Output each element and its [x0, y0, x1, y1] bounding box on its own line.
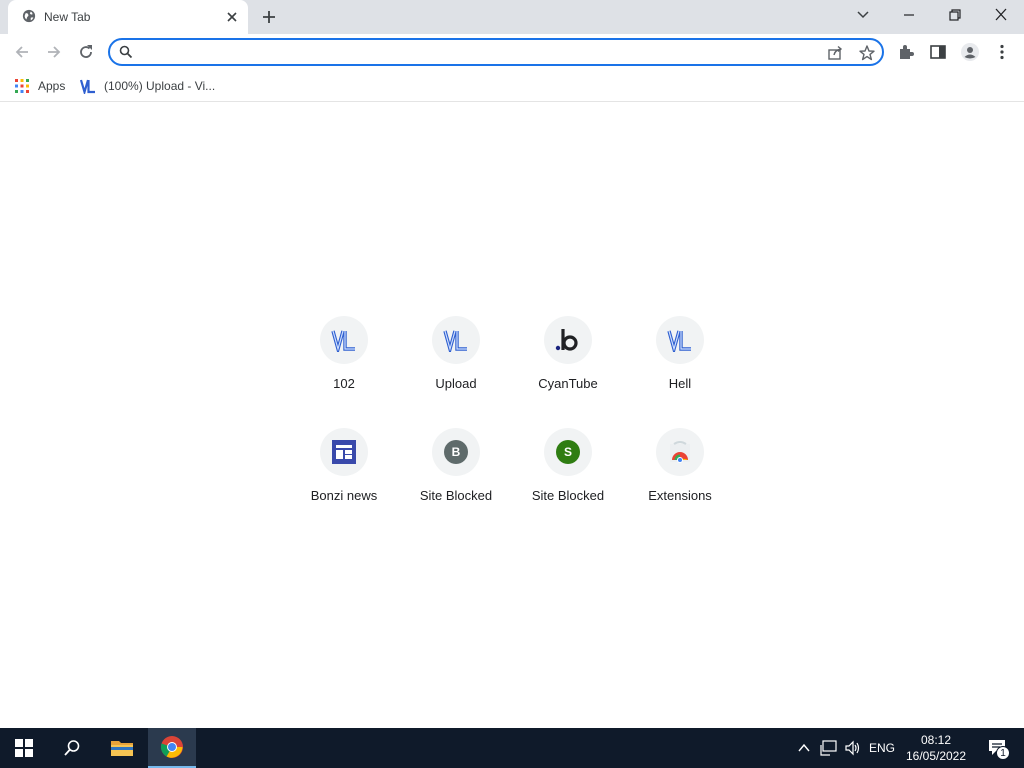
globe-icon — [22, 9, 36, 23]
new-tab-icon[interactable] — [259, 7, 279, 27]
notification-center-button[interactable]: 1 — [980, 728, 1016, 768]
menu-kebab-icon[interactable] — [992, 42, 1012, 62]
tile-label: Hell — [668, 376, 692, 391]
vl-icon — [443, 330, 467, 352]
close-window-icon[interactable] — [991, 6, 1011, 24]
search-icon — [64, 740, 80, 756]
profile-avatar-icon[interactable] — [960, 42, 980, 62]
vl-icon — [331, 330, 355, 352]
tab-title: New Tab — [44, 10, 91, 24]
tile-label: 102 — [333, 376, 355, 391]
search-button[interactable] — [48, 728, 96, 768]
chrome-webstore-icon — [670, 441, 690, 463]
notification-count-badge: 1 — [996, 746, 1010, 760]
shortcut-tile[interactable]: CyanTube — [512, 304, 624, 416]
shortcut-tile[interactable]: Bonzi news — [288, 416, 400, 528]
letter-b-icon: B — [444, 440, 468, 464]
shortcut-tile[interactable]: B Site Blocked — [400, 416, 512, 528]
address-input[interactable] — [140, 43, 820, 61]
vl-icon — [80, 79, 95, 94]
letter-s-icon: S — [556, 440, 580, 464]
folder-icon — [111, 741, 133, 756]
tile-label: Bonzi news — [310, 488, 378, 503]
shortcut-tile[interactable]: Hell — [624, 304, 736, 416]
apps-grid-icon — [15, 79, 29, 93]
bookmark-label: (100%) Upload - Vi... — [104, 79, 216, 93]
tab-new-tab[interactable]: New Tab — [8, 0, 248, 34]
clock-date: 16/05/2022 — [905, 749, 967, 763]
tile-label: Extensions — [648, 488, 712, 503]
new-tab-page: 102 Upload CyanTube Hell Bonzi news B Si… — [0, 103, 1024, 728]
toolbar — [0, 34, 1024, 70]
restore-icon[interactable] — [945, 6, 965, 24]
tile-icon-bg — [320, 428, 368, 476]
start-button[interactable] — [0, 728, 48, 768]
tile-icon-bg — [544, 316, 592, 364]
shortcut-tile[interactable]: Upload — [400, 304, 512, 416]
bookmark-apps[interactable]: Apps — [14, 76, 65, 96]
tile-label: Upload — [435, 376, 477, 391]
news-icon — [332, 440, 356, 464]
tile-icon-bg: S — [544, 428, 592, 476]
tile-label: CyanTube — [538, 376, 598, 391]
title-bar: New Tab — [0, 0, 1024, 34]
tile-icon-bg — [432, 316, 480, 364]
chevron-up-icon[interactable] — [797, 741, 811, 755]
clock[interactable]: 08:12 16/05/2022 — [898, 732, 974, 764]
chrome-icon — [160, 736, 183, 758]
tile-icon-bg — [320, 316, 368, 364]
volume-icon[interactable] — [844, 740, 862, 756]
extensions-icon[interactable] — [896, 42, 916, 62]
side-panel-icon[interactable] — [928, 42, 948, 62]
back-icon[interactable] — [12, 42, 32, 62]
shortcut-tile[interactable]: 102 — [288, 304, 400, 416]
file-explorer-button[interactable] — [98, 728, 146, 768]
letter-b-text: B — [451, 445, 461, 459]
bookmark-upload[interactable]: (100%) Upload - Vi... — [80, 76, 215, 96]
language-indicator[interactable]: ENG — [866, 728, 898, 768]
forward-icon[interactable] — [44, 42, 64, 62]
letter-s-text: S — [563, 445, 572, 459]
bookmark-star-icon[interactable] — [858, 44, 876, 62]
shortcut-tile[interactable]: S Site Blocked — [512, 416, 624, 528]
tab-search-icon[interactable] — [853, 6, 873, 24]
windows-logo-icon — [15, 739, 33, 757]
tile-icon-bg — [656, 428, 704, 476]
tile-label: Site Blocked — [419, 488, 493, 503]
tile-icon-bg — [656, 316, 704, 364]
network-icon[interactable] — [820, 740, 838, 756]
search-icon — [119, 45, 133, 59]
share-icon[interactable] — [826, 44, 844, 62]
reload-icon[interactable] — [76, 42, 96, 62]
tile-label: Site Blocked — [531, 488, 605, 503]
b-logo-icon — [555, 329, 578, 351]
taskbar: ENG 08:12 16/05/2022 1 — [0, 728, 1024, 768]
vl-icon — [667, 330, 691, 352]
chrome-taskbar-button[interactable] — [148, 728, 196, 768]
clock-time: 08:12 — [920, 733, 952, 747]
shortcut-tile[interactable]: Extensions — [624, 416, 736, 528]
tile-icon-bg: B — [432, 428, 480, 476]
bookmarks-bar: Apps (100%) Upload - Vi... — [0, 70, 1024, 102]
minimize-icon[interactable] — [899, 6, 919, 24]
omnibox[interactable] — [108, 38, 884, 66]
notification-count: 1 — [1000, 747, 1006, 759]
bookmark-label: Apps — [38, 79, 66, 93]
tab-close-icon[interactable] — [224, 9, 240, 25]
